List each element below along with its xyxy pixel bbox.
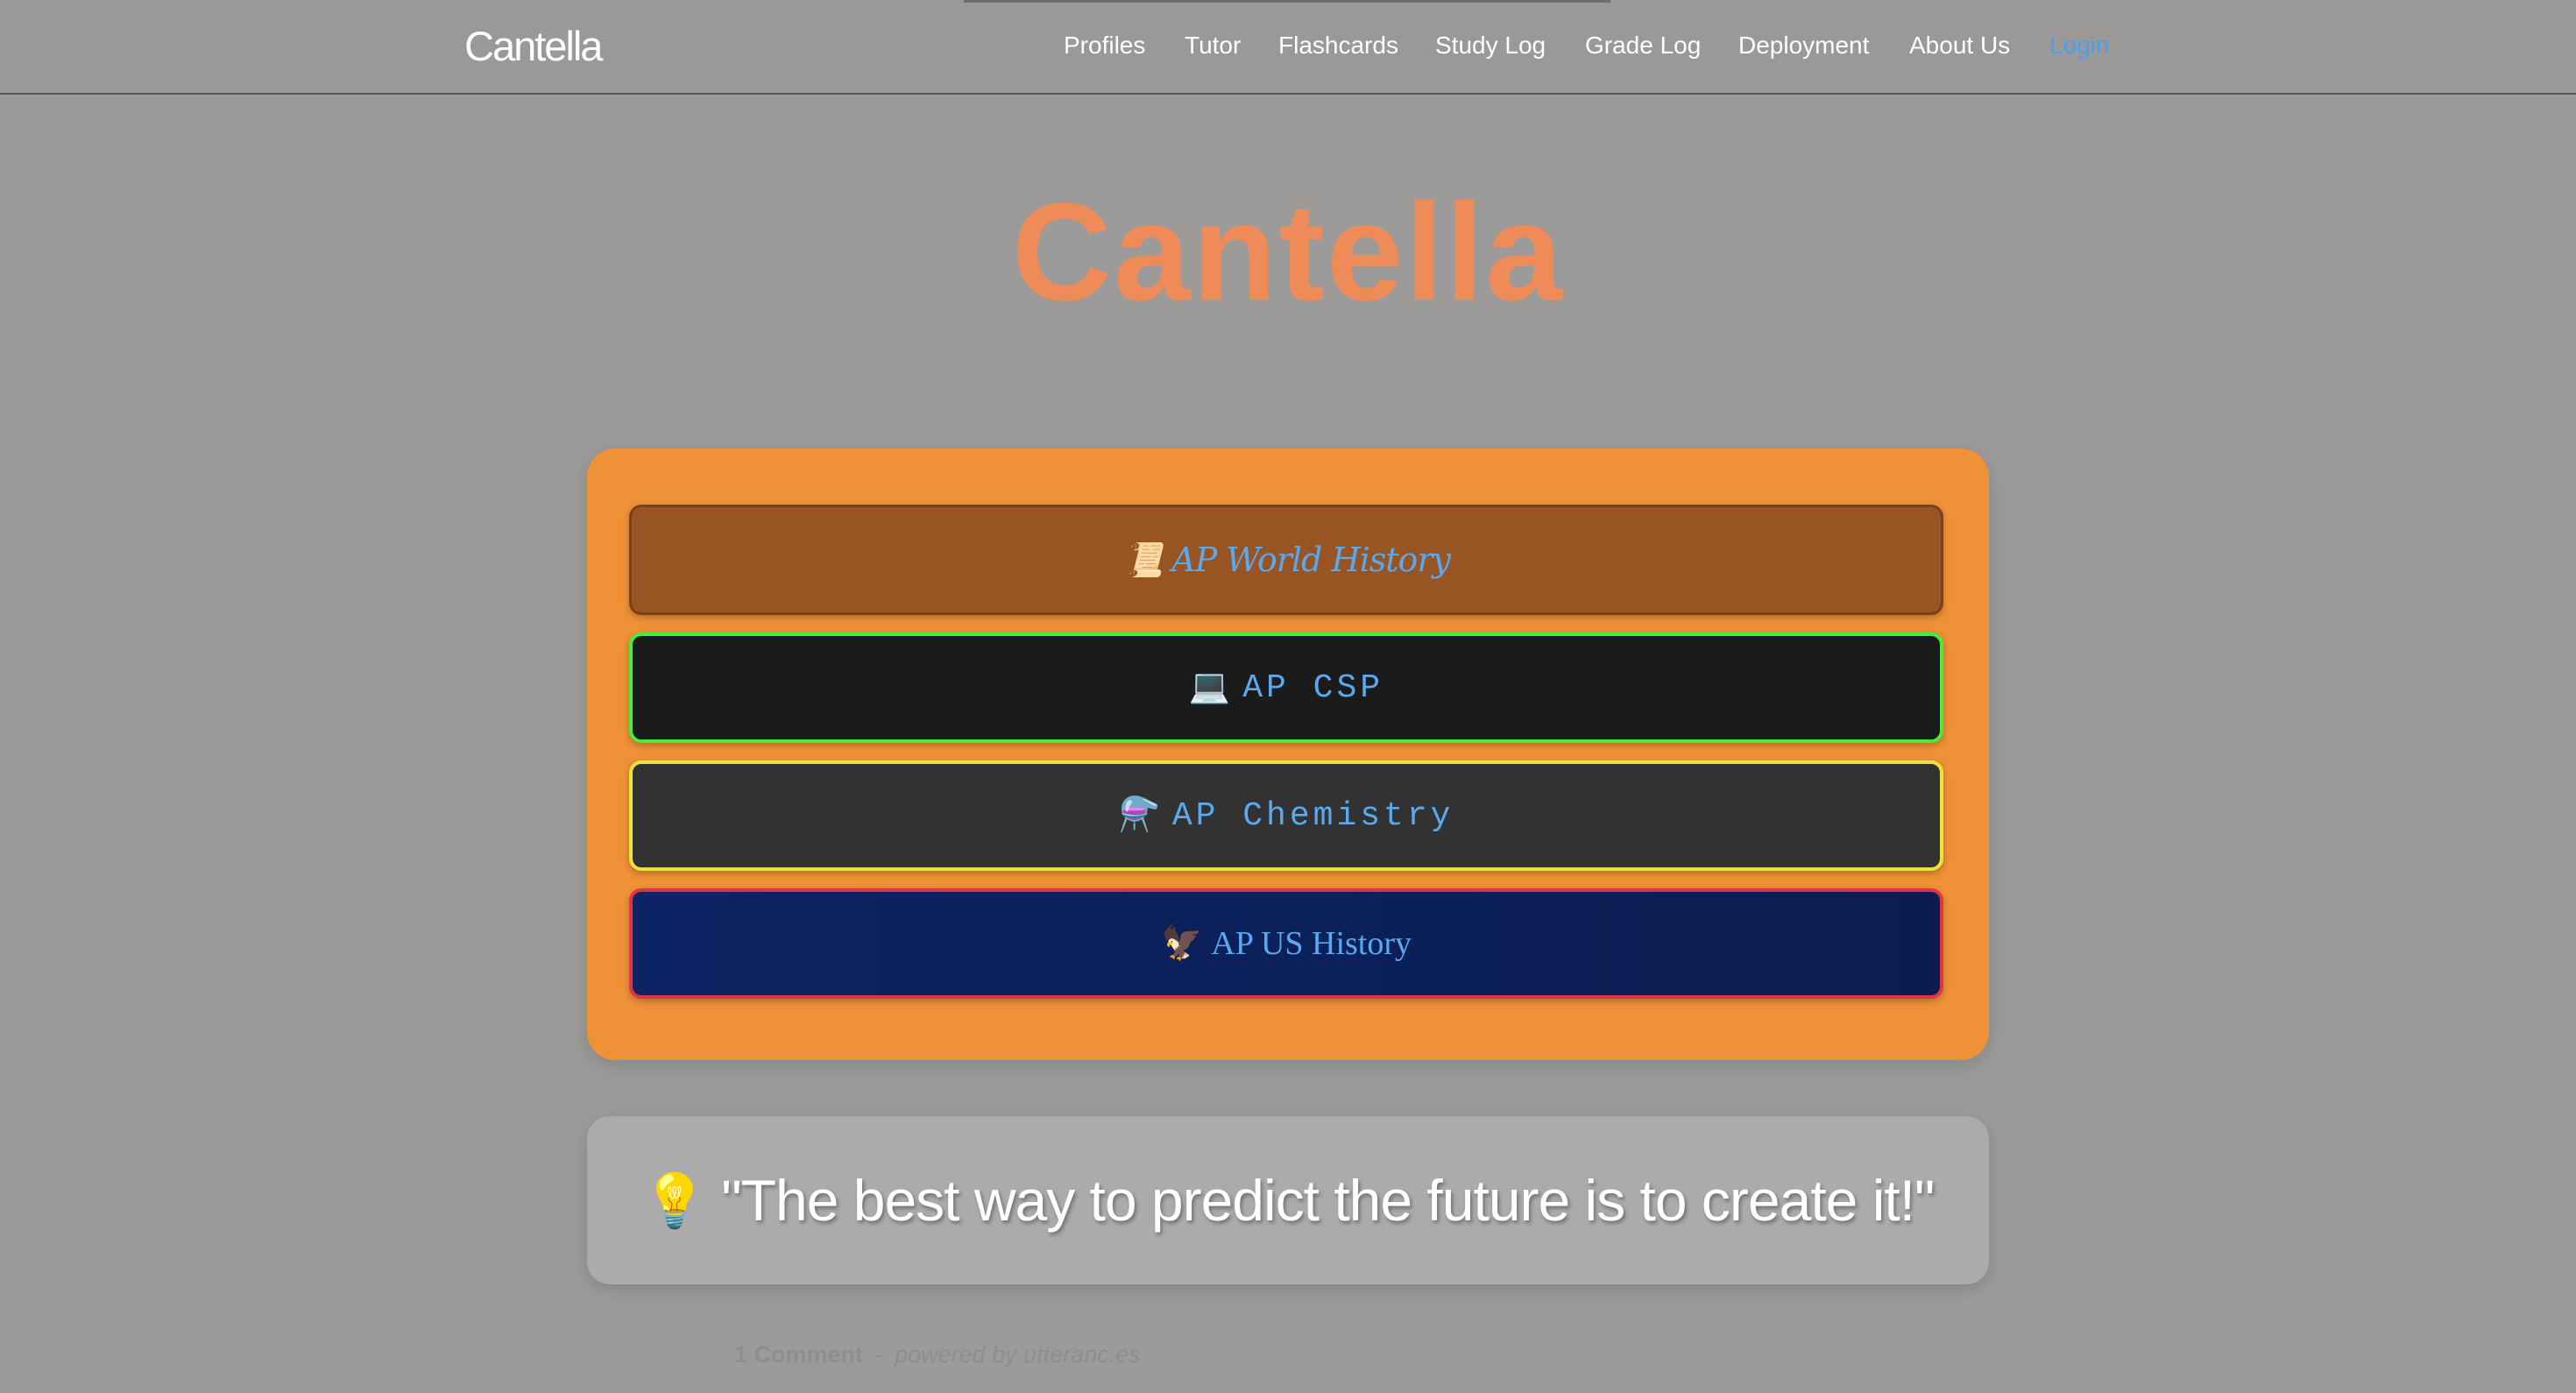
site-header: Cantella Profiles Tutor Flashcards Study… xyxy=(0,0,2576,95)
nav-link-about-us[interactable]: About Us xyxy=(1909,28,2010,63)
course-button-ap-csp[interactable]: 💻 AP CSP xyxy=(629,633,1943,743)
quote-card: 💡 "The best way to predict the future is… xyxy=(587,1116,1989,1284)
nav-link-profiles[interactable]: Profiles xyxy=(1064,28,1145,63)
course-label: AP CSP xyxy=(1242,668,1384,707)
page-title: Cantella xyxy=(1011,175,1565,329)
main-nav: Profiles Tutor Flashcards Study Log Grad… xyxy=(0,0,2576,93)
lightbulb-icon: 💡 xyxy=(641,1170,708,1230)
course-label: AP World History xyxy=(1171,541,1451,579)
powered-by-link[interactable]: powered by utteranc.es xyxy=(895,1341,1141,1368)
quote-text: "The best way to predict the future is t… xyxy=(721,1168,1935,1233)
scroll-icon: 📜 xyxy=(1122,540,1164,579)
course-button-ap-world-history[interactable]: 📜 AP World History xyxy=(629,505,1943,615)
nav-link-deployment[interactable]: Deployment xyxy=(1738,28,1869,63)
comments-separator: - xyxy=(874,1341,883,1368)
nav-link-tutor[interactable]: Tutor xyxy=(1185,28,1241,63)
nav-link-grade-log[interactable]: Grade Log xyxy=(1585,28,1701,63)
course-label: AP US History xyxy=(1211,925,1412,962)
eagle-icon: 🦅 xyxy=(1160,925,1203,962)
nav-link-study-log[interactable]: Study Log xyxy=(1435,28,1546,63)
course-panel: 📜 AP World History 💻 AP CSP ⚗️ AP Chemis… xyxy=(587,449,1989,1060)
course-button-ap-chemistry[interactable]: ⚗️ AP Chemistry xyxy=(629,760,1943,871)
course-button-ap-us-history[interactable]: 🦅 AP US History xyxy=(629,888,1943,999)
course-label: AP Chemistry xyxy=(1171,796,1454,835)
comment-count-link[interactable]: 1 Comment xyxy=(734,1341,863,1368)
laptop-icon: 💻 xyxy=(1188,670,1235,708)
nav-link-login[interactable]: Login xyxy=(2049,28,2110,63)
nav-link-flashcards[interactable]: Flashcards xyxy=(1278,28,1398,63)
flask-icon: ⚗️ xyxy=(1118,798,1164,836)
comments-header: 1 Comment - powered by utteranc.es xyxy=(734,1341,1141,1368)
